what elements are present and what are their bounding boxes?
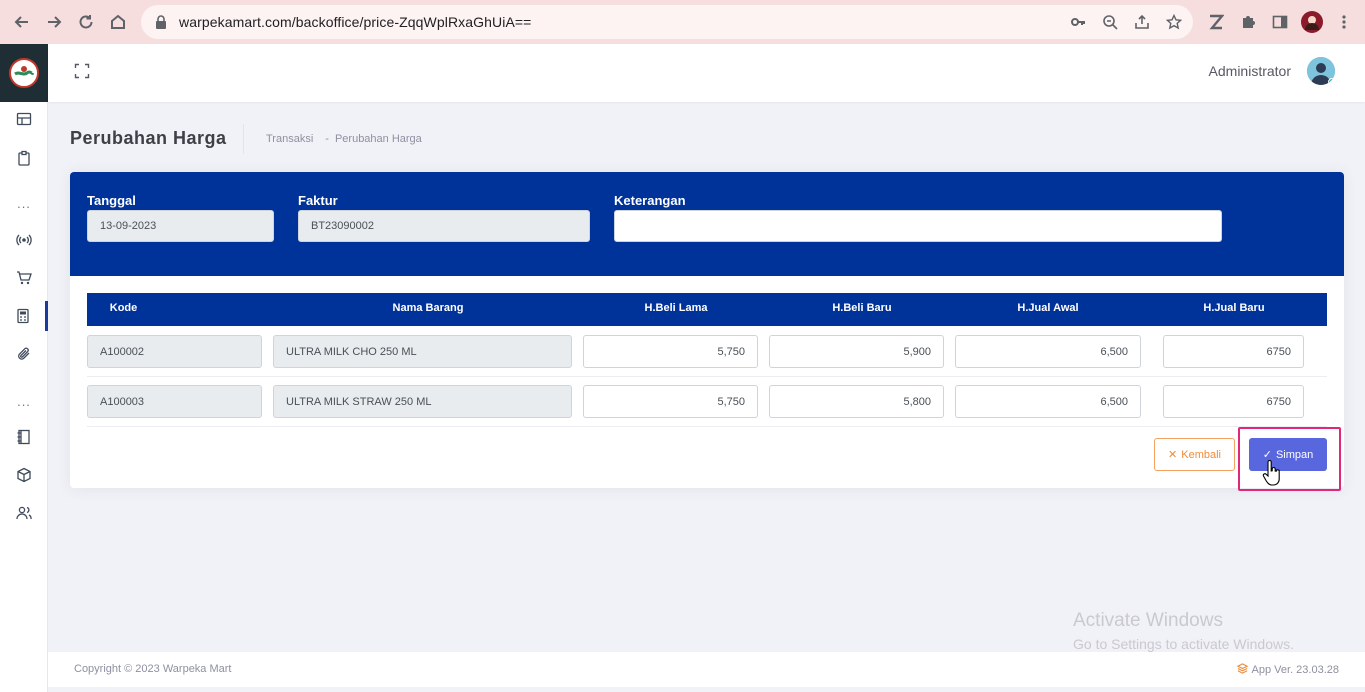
kode-cell[interactable]: A100003 <box>87 385 262 418</box>
back-icon[interactable] <box>6 6 38 38</box>
tanggal-label: Tanggal <box>87 193 136 208</box>
breadcrumb-item-transaksi[interactable]: Transaksi <box>266 133 313 145</box>
breadcrumb: Transaksi - Perubahan Harga <box>266 133 422 145</box>
title-divider <box>243 124 244 154</box>
key-icon[interactable] <box>1069 13 1087 31</box>
sidebar-book-icon[interactable] <box>0 422 48 452</box>
row-divider <box>87 376 1327 377</box>
hbeli-lama-input[interactable]: 5,750 <box>583 335 758 368</box>
form-header: Tanggal 13-09-2023 Faktur BT23090002 Ket… <box>70 172 1344 276</box>
browser-menu-icon[interactable] <box>1336 8 1352 36</box>
copyright-text: Copyright © 2023 Warpeka Mart <box>74 663 232 675</box>
table-header: Kode Nama Barang H.Beli Lama H.Beli Baru… <box>87 293 1327 326</box>
hbeli-baru-input[interactable]: 5,900 <box>769 335 944 368</box>
app-logo[interactable] <box>0 44 48 102</box>
breadcrumb-item-perubahan-harga[interactable]: Perubahan Harga <box>335 133 422 145</box>
breadcrumb-separator: - <box>325 133 329 145</box>
sidebar: ... ... <box>0 44 48 692</box>
activate-windows-watermark: Activate Windows Go to Settings to activ… <box>1073 610 1294 652</box>
kembali-label: Kembali <box>1181 448 1221 461</box>
share-icon[interactable] <box>1133 13 1151 31</box>
app-version: App Ver. 23.03.28 <box>1236 663 1339 677</box>
sidebar-calculator-icon[interactable] <box>0 301 48 331</box>
column-header-hjual-baru: H.Jual Baru <box>1203 302 1265 314</box>
sidebar-section-dots: ... <box>17 196 31 211</box>
kembali-button[interactable]: ✕ Kembali <box>1154 438 1235 471</box>
column-header-nama-barang: Nama Barang <box>392 302 464 314</box>
hjual-baru-input[interactable]: 6750 <box>1163 385 1304 418</box>
user-avatar[interactable] <box>1307 57 1335 85</box>
hjual-baru-input[interactable]: 6750 <box>1163 335 1304 368</box>
sidebar-attachment-icon[interactable] <box>0 339 48 369</box>
sidebar-clipboard-icon[interactable] <box>0 143 48 173</box>
price-change-card: Tanggal 13-09-2023 Faktur BT23090002 Ket… <box>70 172 1344 488</box>
row-divider <box>87 426 1327 427</box>
tanggal-field[interactable]: 13-09-2023 <box>87 210 274 242</box>
watermark-line1: Activate Windows <box>1073 610 1223 631</box>
extensions-puzzle-icon[interactable] <box>1238 8 1258 36</box>
bookmark-star-icon[interactable] <box>1165 13 1183 31</box>
fullscreen-icon[interactable] <box>74 63 90 79</box>
hjual-awal-input[interactable]: 6,500 <box>955 385 1141 418</box>
zotero-extension-icon[interactable] <box>1206 8 1226 36</box>
warpeka-logo-icon <box>9 58 39 88</box>
side-panel-icon[interactable] <box>1270 8 1290 36</box>
hbeli-baru-input[interactable]: 5,800 <box>769 385 944 418</box>
column-header-hjual-awal: H.Jual Awal <box>1017 302 1079 314</box>
keterangan-field[interactable] <box>614 210 1222 242</box>
sidebar-users-icon[interactable] <box>0 498 48 528</box>
highlight-box <box>1238 427 1341 491</box>
hjual-awal-input[interactable]: 6,500 <box>955 335 1141 368</box>
kode-cell[interactable]: A100002 <box>87 335 262 368</box>
nama-barang-cell[interactable]: ULTRA MILK STRAW 250 ML <box>273 385 572 418</box>
layers-icon <box>1236 663 1248 677</box>
hand-cursor-icon <box>1262 459 1282 486</box>
hbeli-lama-input[interactable]: 5,750 <box>583 385 758 418</box>
column-header-hbeli-baru: H.Beli Baru <box>832 302 892 314</box>
sidebar-broadcast-icon[interactable] <box>0 225 48 255</box>
column-header-hbeli-lama: H.Beli Lama <box>644 302 708 314</box>
online-status-dot <box>1328 78 1335 85</box>
column-header-kode: Kode <box>109 302 138 314</box>
close-icon: ✕ <box>1168 449 1178 461</box>
browser-toolbar: warpekamart.com/backoffice/price-ZqqWplR… <box>0 0 1365 44</box>
address-bar[interactable]: warpekamart.com/backoffice/price-ZqqWplR… <box>141 5 1193 39</box>
lock-icon <box>155 15 169 29</box>
user-name[interactable]: Administrator <box>1209 63 1291 79</box>
sidebar-box-icon[interactable] <box>0 460 48 490</box>
keterangan-label: Keterangan <box>614 193 686 208</box>
sidebar-section-dots: ... <box>17 394 31 409</box>
zoom-icon[interactable] <box>1101 13 1119 31</box>
forward-icon[interactable] <box>38 6 70 38</box>
footer: Copyright © 2023 Warpeka Mart App Ver. 2… <box>48 652 1365 687</box>
url-text: warpekamart.com/backoffice/price-ZqqWplR… <box>179 14 532 30</box>
reload-icon[interactable] <box>70 6 102 38</box>
app-version-text: App Ver. 23.03.28 <box>1251 664 1339 676</box>
faktur-field[interactable]: BT23090002 <box>298 210 590 242</box>
faktur-label: Faktur <box>298 193 338 208</box>
page-title: Perubahan Harga <box>70 128 227 148</box>
topbar: Administrator <box>48 44 1365 102</box>
watermark-line2: Go to Settings to activate Windows. <box>1073 636 1294 652</box>
home-icon[interactable] <box>102 6 134 38</box>
nama-barang-cell[interactable]: ULTRA MILK CHO 250 ML <box>273 335 572 368</box>
sidebar-cart-icon[interactable] <box>0 263 48 293</box>
sidebar-dashboard-icon[interactable] <box>0 104 48 134</box>
profile-avatar-icon[interactable] <box>1300 8 1324 36</box>
